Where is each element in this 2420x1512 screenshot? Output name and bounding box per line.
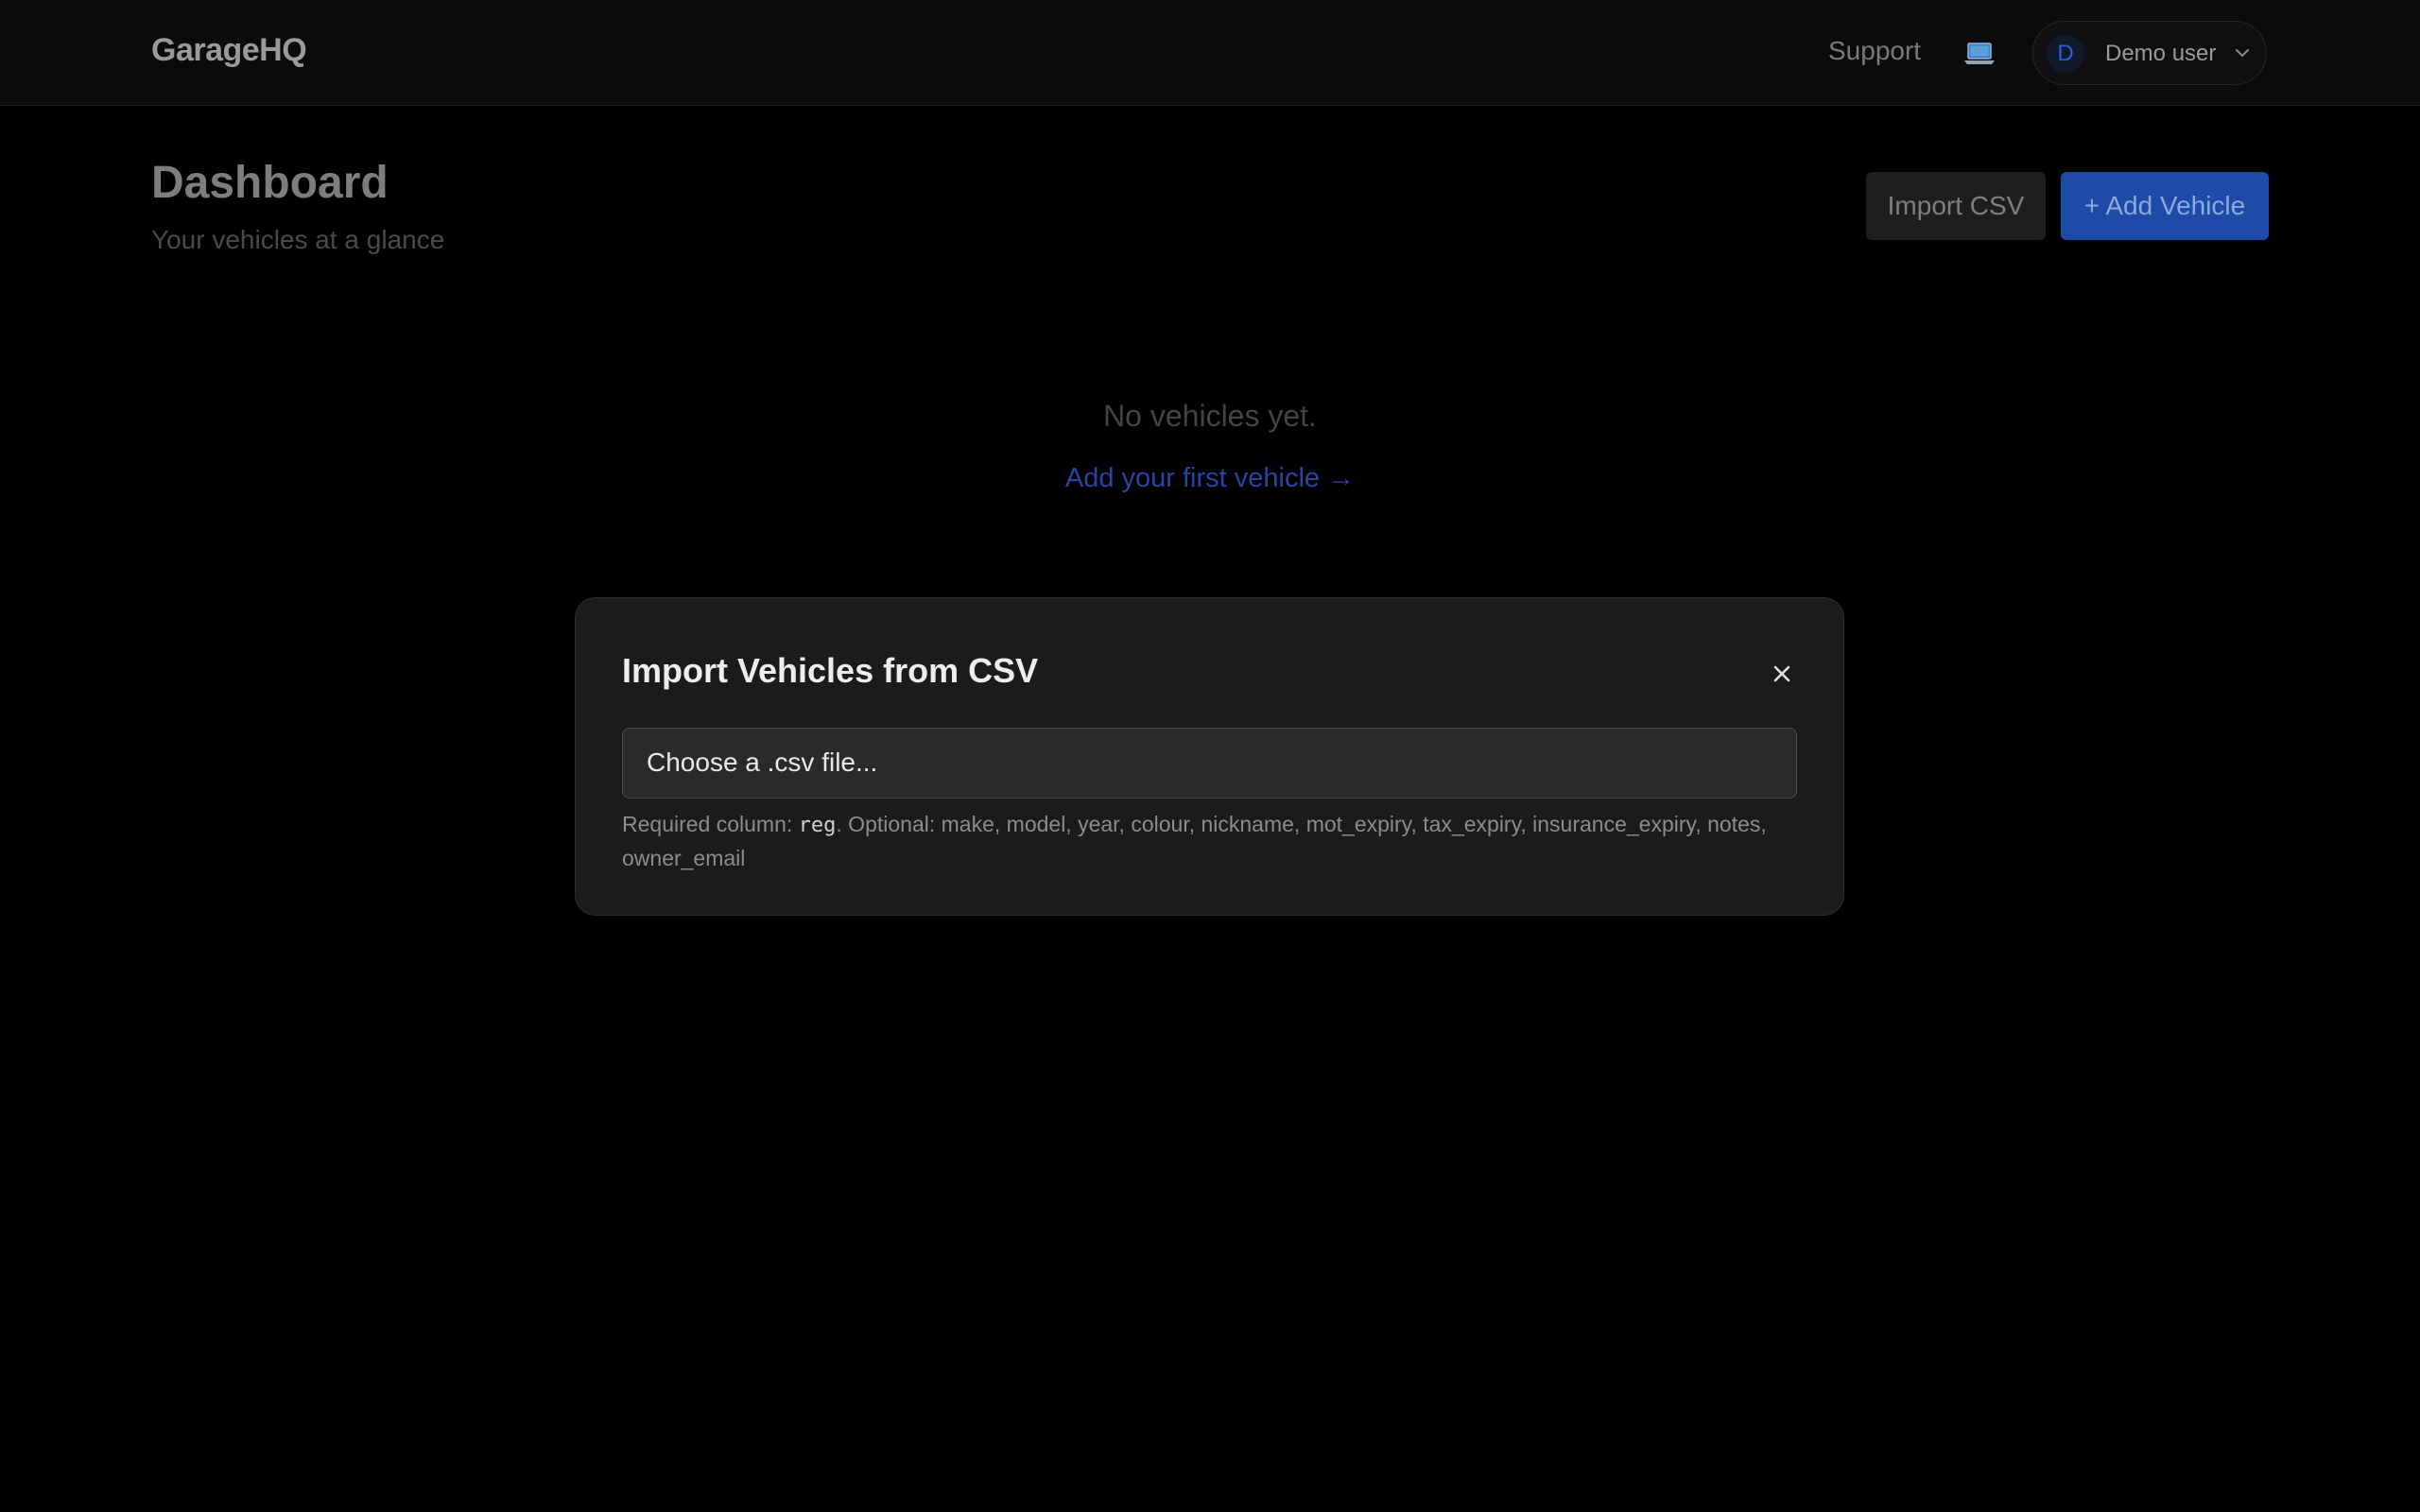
file-input-placeholder: Choose a .csv file... (647, 747, 878, 777)
csv-file-input[interactable]: Choose a .csv file... (622, 728, 1797, 799)
add-vehicle-button[interactable]: + Add Vehicle (2061, 172, 2269, 240)
hint-required-column: reg (798, 814, 837, 837)
user-name: Demo user (2105, 41, 2217, 66)
chevron-down-icon (2236, 49, 2249, 57)
import-csv-modal: Import Vehicles from CSV Choose a .csv f… (575, 597, 1844, 916)
top-header: GarageHQ Support D Demo user (0, 0, 2420, 106)
laptop-icon (1964, 43, 1995, 64)
import-csv-button[interactable]: Import CSV (1866, 172, 2046, 240)
brand-logo[interactable]: GarageHQ (151, 32, 307, 69)
hint-prefix: Required column: (622, 812, 799, 836)
theme-toggle-button[interactable] (1962, 36, 1996, 70)
support-link[interactable]: Support (1828, 36, 1921, 66)
close-button[interactable] (1769, 661, 1795, 687)
modal-title: Import Vehicles from CSV (622, 651, 1039, 690)
empty-state-message: No vehicles yet. (1103, 399, 1317, 433)
user-menu-button[interactable]: D Demo user (2032, 21, 2267, 85)
add-first-vehicle-link[interactable]: Add your first vehicle → (0, 463, 2420, 494)
page-subtitle: Your vehicles at a glance (151, 225, 445, 254)
page-title: Dashboard (151, 158, 389, 208)
csv-columns-hint: Required column: reg. Optional: make, mo… (622, 808, 1804, 874)
avatar: D (2047, 35, 2084, 73)
close-icon (1773, 665, 1790, 682)
